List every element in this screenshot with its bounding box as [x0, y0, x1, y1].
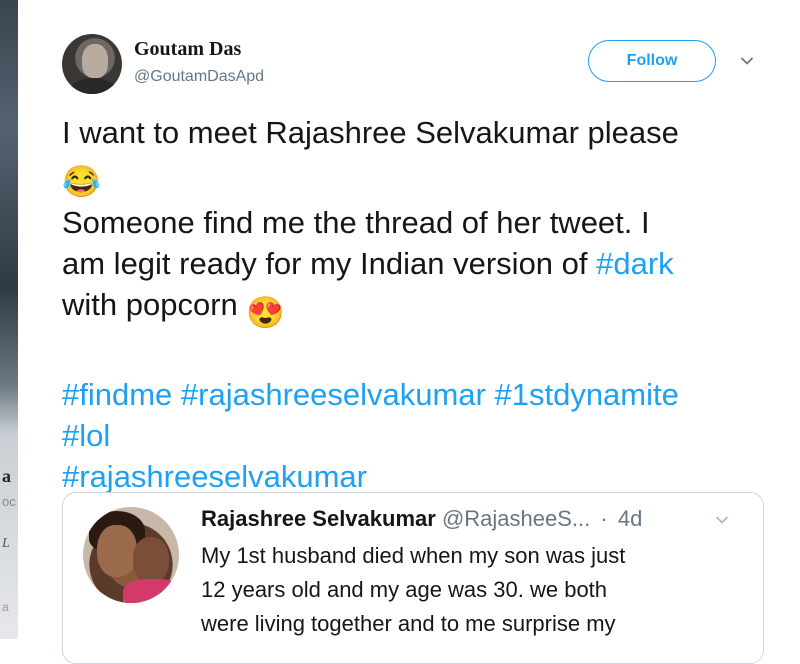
- edge-glyph: oc: [2, 494, 16, 509]
- tweet-text-fragment: am legit ready for my Indian version of: [62, 246, 597, 281]
- avatar-person: [97, 525, 137, 577]
- quoted-author-handle[interactable]: @RajasheeS...: [442, 506, 590, 531]
- quoted-text-line: My 1st husband died when my son was just: [201, 543, 626, 568]
- author-name[interactable]: Goutam Das: [134, 38, 241, 61]
- edge-glyph: L: [2, 536, 10, 551]
- edge-glyph: a: [2, 466, 11, 486]
- heart-eyes-emoji-icon: 😍: [246, 295, 285, 330]
- quoted-text-line: were living together and to me surprise …: [201, 611, 616, 636]
- quoted-author-name[interactable]: Rajashree Selvakumar: [201, 506, 436, 531]
- quoted-author-avatar[interactable]: [83, 507, 179, 603]
- quoted-tweet-header: Rajashree Selvakumar @RajasheeS... · 4d: [201, 505, 642, 533]
- tweet-text-line: with popcorn 😍: [62, 284, 782, 333]
- avatar-shoulders: [68, 78, 118, 94]
- author-avatar[interactable]: [62, 34, 122, 94]
- avatar-shirt: [123, 579, 179, 603]
- tweet-text-line: 😂: [62, 153, 782, 202]
- tweet-text: I want to meet Rajashree Selvakumar plea…: [62, 112, 782, 497]
- hashtag-line[interactable]: #findme #rajashreeselvakumar #1stdynamit…: [62, 374, 782, 415]
- quoted-tweet-time[interactable]: 4d: [618, 506, 642, 531]
- quoted-tweet-text: My 1st husband died when my son was just…: [201, 539, 741, 641]
- chevron-down-icon[interactable]: [740, 54, 754, 68]
- time-separator: ·: [600, 506, 608, 531]
- edge-glyph: a: [2, 600, 9, 614]
- tweet-card: Goutam Das @GoutamDasApd Follow I want t…: [18, 0, 800, 664]
- follow-button[interactable]: Follow: [588, 40, 716, 82]
- chevron-down-icon[interactable]: [715, 513, 729, 527]
- tears-of-joy-emoji-icon: 😂: [62, 164, 101, 199]
- hashtag-line[interactable]: #rajashreeselvakumar: [62, 456, 782, 497]
- hashtag-line[interactable]: #lol: [62, 415, 782, 456]
- author-handle[interactable]: @GoutamDasApd: [134, 68, 264, 86]
- quoted-text-line: 12 years old and my age was 30. we both: [201, 577, 608, 602]
- tweet-text-line: am legit ready for my Indian version of …: [62, 243, 782, 284]
- tweet-text-line: Someone find me the thread of her tweet.…: [62, 205, 650, 240]
- background-photo-edge: a oc L a: [0, 0, 18, 639]
- tweet-text-fragment: with popcorn: [62, 287, 247, 322]
- avatar-face: [82, 44, 108, 78]
- hashtag-link[interactable]: #dark: [596, 246, 674, 281]
- quoted-tweet-card[interactable]: Rajashree Selvakumar @RajasheeS... · 4d …: [62, 492, 764, 664]
- tweet-text-line: I want to meet Rajashree Selvakumar plea…: [62, 115, 679, 150]
- avatar-person: [133, 537, 169, 583]
